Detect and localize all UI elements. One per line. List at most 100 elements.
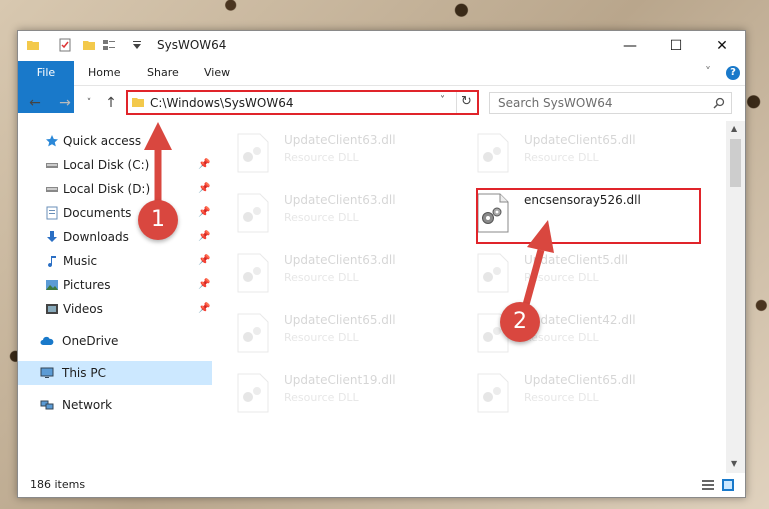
sidebar-item-label: This PC bbox=[62, 366, 106, 380]
ribbon-tabs: File Home Share View ˅ ? bbox=[18, 61, 745, 113]
back-button[interactable]: ← bbox=[26, 95, 44, 111]
refresh-icon[interactable]: ↻ bbox=[461, 94, 472, 109]
file-name: UpdateClient19.dll bbox=[284, 373, 396, 387]
file-name: UpdateClient42.dll bbox=[524, 313, 636, 327]
file-name: UpdateClient65.dll bbox=[524, 133, 636, 147]
list-item[interactable]: UpdateClient63.dll Resource DLL bbox=[214, 247, 444, 299]
folder-icon bbox=[132, 98, 144, 107]
file-type: Resource DLL bbox=[524, 271, 599, 284]
address-divider bbox=[456, 92, 457, 113]
step-1-badge: 1 bbox=[138, 200, 178, 240]
dll-file-icon bbox=[237, 133, 269, 173]
file-name: UpdateClient63.dll bbox=[284, 193, 396, 207]
folder-icon bbox=[27, 41, 39, 50]
tab-view[interactable]: View bbox=[190, 61, 244, 85]
scroll-up-icon[interactable]: ▲ bbox=[731, 124, 737, 133]
sidebar-item-network[interactable]: Network bbox=[18, 393, 212, 417]
file-name: UpdateClient5.dll bbox=[524, 253, 628, 267]
list-item[interactable]: UpdateClient63.dll Resource DLL bbox=[214, 187, 444, 239]
list-item[interactable]: UpdateClient65.dll Resource DLL bbox=[454, 367, 684, 419]
file-name: UpdateClient65.dll bbox=[524, 373, 636, 387]
search-icon[interactable] bbox=[713, 97, 725, 109]
pin-icon: 📌 bbox=[198, 207, 211, 218]
pin-icon: 📌 bbox=[198, 231, 211, 242]
file-list: UpdateClient63.dll Resource DLL UpdateCl… bbox=[214, 121, 726, 473]
file-name: UpdateClient63.dll bbox=[284, 133, 396, 147]
address-row: ← → ˅ ↑ C:\Windows\SysWOW64 ˅ ↻ Search S… bbox=[18, 86, 745, 120]
sidebar-item-quick-access[interactable]: Quick access bbox=[18, 129, 212, 153]
drive-icon bbox=[46, 187, 58, 192]
up-button[interactable]: ↑ bbox=[102, 95, 120, 111]
item-count: 186 items bbox=[30, 478, 86, 491]
view-options-icon[interactable] bbox=[102, 38, 116, 52]
recent-locations-button[interactable]: ˅ bbox=[80, 95, 98, 111]
minimize-button[interactable]: — bbox=[607, 31, 653, 61]
list-item[interactable]: UpdateClient65.dll Resource DLL bbox=[454, 127, 684, 179]
maximize-button[interactable]: ☐ bbox=[653, 31, 699, 61]
sidebar-item-local-disk-c[interactable]: Local Disk (C:) 📌 bbox=[18, 153, 212, 177]
sidebar-item-documents[interactable]: Documents 📌 bbox=[18, 201, 212, 225]
dll-file-icon bbox=[237, 253, 269, 293]
file-type: Resource DLL bbox=[284, 271, 359, 284]
status-bar: 186 items bbox=[18, 474, 745, 497]
title-bar: SysWOW64 — ☐ ✕ bbox=[18, 31, 745, 61]
sidebar-item-onedrive[interactable]: OneDrive bbox=[18, 329, 212, 353]
sidebar-item-label: Downloads bbox=[63, 230, 129, 244]
file-type: Resource DLL bbox=[284, 151, 359, 164]
address-dropdown-icon[interactable]: ˅ bbox=[440, 95, 445, 106]
list-item[interactable]: UpdateClient42.dll Resource DLL bbox=[454, 307, 684, 359]
list-item[interactable]: UpdateClient63.dll Resource DLL bbox=[214, 127, 444, 179]
ribbon-collapse-button[interactable]: ˅ bbox=[705, 65, 711, 79]
file-type: Resource DLL bbox=[524, 391, 599, 404]
step-2-badge: 2 bbox=[500, 302, 540, 342]
explorer-window: SysWOW64 — ☐ ✕ File Home Share View ˅ ? … bbox=[17, 30, 746, 498]
sidebar-item-label: Local Disk (C:) bbox=[63, 158, 150, 172]
address-path: C:\Windows\SysWOW64 bbox=[150, 96, 294, 110]
tab-home[interactable]: Home bbox=[74, 61, 134, 85]
scroll-down-icon[interactable]: ▼ bbox=[731, 459, 737, 468]
file-type: Resource DLL bbox=[284, 391, 359, 404]
file-highlight-box bbox=[476, 188, 701, 244]
dll-file-icon bbox=[237, 313, 269, 353]
sidebar-item-videos[interactable]: Videos 📌 bbox=[18, 297, 212, 321]
pictures-icon bbox=[46, 280, 58, 290]
sidebar-item-local-disk-d[interactable]: Local Disk (D:) 📌 bbox=[18, 177, 212, 201]
sidebar-item-music[interactable]: Music 📌 bbox=[18, 249, 212, 273]
list-item[interactable]: UpdateClient5.dll Resource DLL bbox=[454, 247, 684, 299]
pin-icon: 📌 bbox=[198, 183, 211, 194]
sidebar-item-downloads[interactable]: Downloads 📌 bbox=[18, 225, 212, 249]
list-item[interactable]: UpdateClient19.dll Resource DLL bbox=[214, 367, 444, 419]
search-input[interactable]: Search SysWOW64 bbox=[498, 96, 612, 110]
dll-file-icon bbox=[237, 193, 269, 233]
pin-icon: 📌 bbox=[198, 159, 211, 170]
dll-file-icon bbox=[477, 253, 509, 293]
properties-icon[interactable] bbox=[58, 38, 72, 52]
help-button[interactable]: ? bbox=[726, 66, 740, 80]
cloud-icon bbox=[40, 336, 54, 345]
vertical-scrollbar[interactable]: ▲ ▼ bbox=[726, 121, 745, 473]
new-folder-icon[interactable] bbox=[82, 38, 96, 52]
forward-button[interactable]: → bbox=[56, 95, 74, 111]
window-title: SysWOW64 bbox=[157, 38, 227, 52]
sidebar-item-this-pc[interactable]: This PC bbox=[18, 361, 212, 385]
close-button[interactable]: ✕ bbox=[699, 31, 745, 61]
scroll-thumb[interactable] bbox=[730, 139, 741, 187]
file-type: Resource DLL bbox=[524, 151, 599, 164]
star-icon bbox=[46, 135, 58, 147]
tab-share[interactable]: Share bbox=[133, 61, 193, 85]
dll-file-icon bbox=[237, 373, 269, 413]
details-view-icon[interactable] bbox=[701, 479, 715, 491]
pin-icon: 📌 bbox=[198, 255, 211, 266]
dll-file-icon bbox=[477, 373, 509, 413]
sidebar-item-label: Pictures bbox=[63, 278, 111, 292]
sidebar-item-label: Videos bbox=[63, 302, 103, 316]
list-item[interactable]: UpdateClient65.dll Resource DLL bbox=[214, 307, 444, 359]
customize-toolbar-icon[interactable] bbox=[130, 38, 144, 52]
sidebar-item-label: Music bbox=[63, 254, 98, 268]
large-icons-view-icon[interactable] bbox=[721, 478, 735, 492]
pin-icon: 📌 bbox=[198, 279, 211, 290]
address-bar[interactable]: C:\Windows\SysWOW64 ˅ ↻ bbox=[126, 90, 479, 115]
file-type: Resource DLL bbox=[284, 331, 359, 344]
search-box[interactable]: Search SysWOW64 bbox=[489, 92, 732, 114]
sidebar-item-pictures[interactable]: Pictures 📌 bbox=[18, 273, 212, 297]
